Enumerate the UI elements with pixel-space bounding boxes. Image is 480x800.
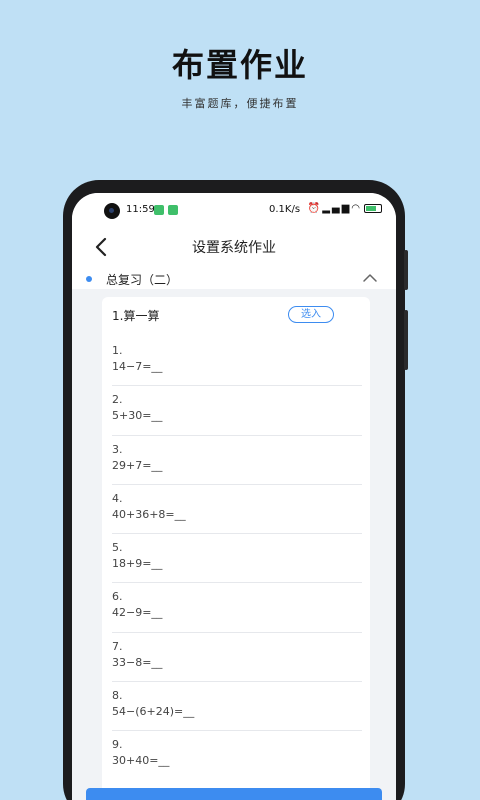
question-number: 9.	[112, 738, 123, 752]
status-bar: 11:59 0.1K/s ⏰▂▄▆◠	[72, 193, 396, 227]
question-item[interactable]: 9. 30+40=__	[112, 731, 362, 780]
question-expression: 42−9=__	[112, 606, 163, 620]
question-expression: 54−(6+24)=__	[112, 705, 195, 719]
question-number: 7.	[112, 639, 123, 653]
question-item[interactable]: 4. 40+36+8=__	[112, 485, 362, 535]
question-item[interactable]: 8. 54−(6+24)=__	[112, 682, 362, 732]
question-expression: 5+30=__	[112, 409, 163, 423]
volume-button	[404, 250, 408, 290]
question-number: 1.	[112, 344, 123, 357]
alarm-icon: ⏰	[307, 203, 323, 214]
power-button	[404, 310, 408, 370]
promo-title: 布置作业	[171, 46, 308, 84]
status-time: 11:59	[126, 204, 155, 215]
question-item[interactable]: 6. 42−9=__	[112, 583, 362, 633]
question-expression: 14−7=__	[112, 360, 163, 373]
select-button[interactable]: 选入	[288, 306, 334, 323]
exercise-title: 1.算一算	[112, 309, 160, 323]
status-icons: ⏰▂▄▆◠	[308, 203, 382, 214]
question-list: 1. 14−7=__ 2. 5+30=__ 3. 29+7=__ 4. 40+36+8=__ 5…	[112, 337, 362, 781]
question-item[interactable]: 5. 18+9=__	[112, 534, 362, 584]
bullet-dot	[86, 276, 92, 282]
network-speed: 0.1K/s	[269, 204, 301, 215]
question-item[interactable]: 2. 5+30=__	[112, 386, 362, 436]
question-expression: 30+40=__	[112, 754, 170, 768]
question-item[interactable]: 7. 33−8=__	[112, 633, 362, 683]
signal-icon: ▂▄▆	[322, 203, 352, 214]
question-expression: 33−8=__	[112, 655, 163, 669]
question-number: 5.	[112, 541, 123, 555]
exercise-card: 1.算一算 选入 1. 14−7=__ 2. 5+30=__ 3. 29+7=__ 4. 40…	[102, 297, 370, 800]
section-header[interactable]: 总复习（二）	[72, 267, 396, 289]
battery-icon	[364, 203, 382, 213]
question-item[interactable]: 3. 29+7=__	[112, 436, 362, 485]
notification-icon	[154, 205, 164, 215]
page-title: 设置系统作业	[192, 240, 276, 256]
confirm-button[interactable]	[86, 788, 382, 800]
question-number: 8.	[112, 689, 123, 703]
chevron-up-icon[interactable]	[362, 271, 378, 285]
app-bar: 设置系统作业	[72, 227, 396, 267]
phone-screen: 11:59 0.1K/s ⏰▂▄▆◠ 设置系统作业 总复习（二） 1.算一算 选…	[72, 193, 396, 800]
question-expression: 40+36+8=__	[112, 507, 186, 521]
section-label: 总复习（二）	[106, 273, 179, 287]
question-expression: 18+9=__	[112, 557, 163, 571]
question-number: 3.	[112, 442, 123, 456]
camera-icon	[104, 203, 120, 219]
notification-icon	[168, 205, 178, 215]
question-number: 6.	[112, 590, 123, 604]
question-number: 2.	[112, 393, 123, 407]
question-item[interactable]: 1. 14−7=__	[112, 337, 362, 387]
question-number: 4.	[112, 491, 123, 505]
promo-subtitle: 丰富题库，便捷布置	[181, 97, 299, 110]
wifi-icon: ◠	[351, 203, 362, 214]
question-expression: 29+7=__	[112, 458, 163, 472]
